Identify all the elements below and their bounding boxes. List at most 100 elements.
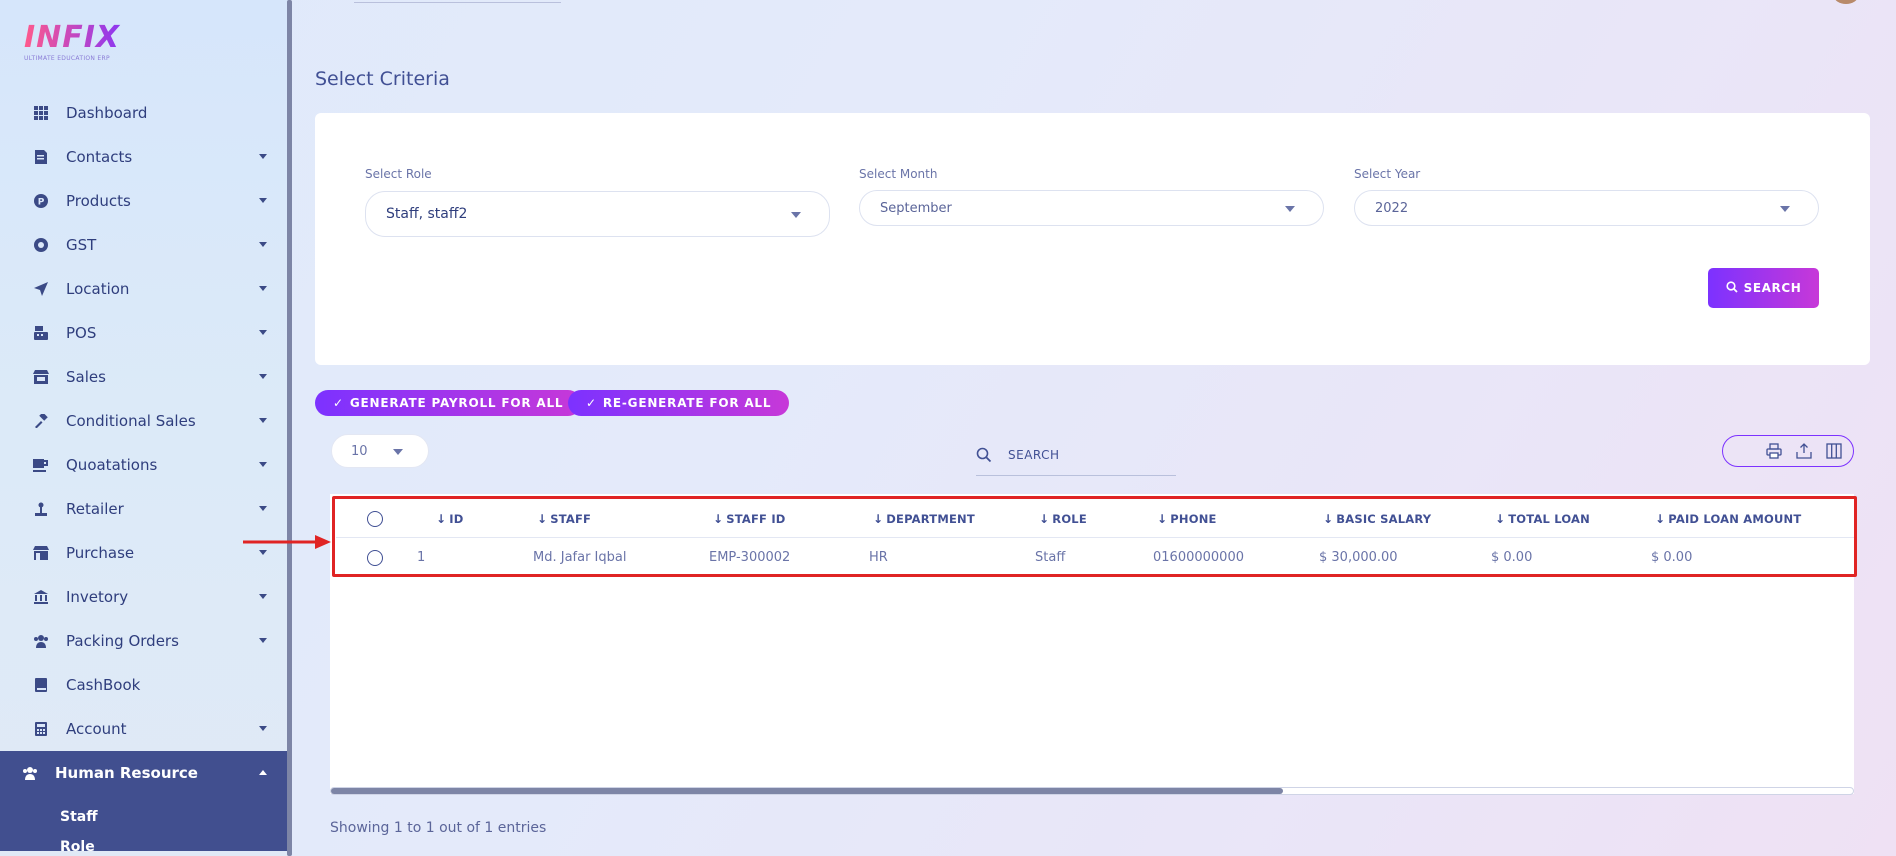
sidebar-item-label: POS (66, 324, 97, 342)
chevron-down-icon (393, 449, 403, 455)
sidebar-item-label: GST (66, 236, 97, 254)
sidebar-item-label: Products (66, 192, 131, 210)
sidebar-item-account[interactable]: Account (0, 707, 289, 751)
sidebar-nav: Dashboard Contacts P Products GST Locati… (0, 91, 289, 851)
table-horizontal-scrollbar[interactable] (330, 787, 1854, 795)
search-icon (1725, 280, 1738, 296)
sidebar-item-pos[interactable]: POS (0, 311, 289, 355)
role-select-value: Staff, staff2 (386, 206, 468, 222)
calculator-icon (33, 721, 49, 737)
sidebar-item-label: Conditional Sales (66, 412, 196, 430)
red-arrow-annotation (243, 535, 331, 549)
sidebar-item-label: Dashboard (66, 104, 148, 122)
sidebar-item-dashboard[interactable]: Dashboard (0, 91, 289, 135)
chevron-down-icon (1780, 206, 1790, 212)
users-icon (22, 765, 38, 781)
sidebar-item-label: CashBook (66, 676, 141, 694)
sidebar-item-gst[interactable]: GST (0, 223, 289, 267)
regenerate-all-button[interactable]: ✓ RE-GENERATE FOR ALL (568, 390, 790, 416)
shop-icon (33, 545, 49, 561)
retailer-icon (33, 501, 49, 517)
chevron-down-icon (259, 462, 267, 467)
chevron-down-icon (259, 418, 267, 423)
generate-payroll-all-label: GENERATE PAYROLL FOR ALL (349, 396, 564, 410)
location-arrow-icon (33, 281, 49, 297)
chevron-down-icon (259, 506, 267, 511)
page-title: Select Criteria (315, 68, 450, 90)
svg-text:P: P (38, 198, 45, 208)
users-icon (33, 633, 49, 649)
columns-icon[interactable] (1825, 442, 1843, 460)
sidebar-item-retailer[interactable]: Retailer (0, 487, 289, 531)
month-select[interactable]: September (859, 190, 1324, 226)
sidebar-item-label: Account (66, 720, 127, 738)
role-label: Select Role (365, 167, 432, 181)
search-button-label: SEARCH (1743, 281, 1802, 295)
products-icon: P (33, 193, 49, 209)
avatar[interactable] (1834, 0, 1858, 4)
sidebar-item-label: Retailer (66, 500, 124, 518)
chevron-down-icon (259, 198, 267, 203)
header-divider (354, 2, 561, 3)
sidebar-item-label: Location (66, 280, 130, 298)
book-icon (33, 677, 49, 693)
sidebar-subitem-staff[interactable]: Staff (0, 795, 289, 839)
sidebar: INFIX ULTIMATE EDUCATION ERP Dashboard C… (0, 0, 289, 856)
scrollbar-thumb[interactable] (331, 788, 1283, 794)
sidebar-item-packing-orders[interactable]: Packing Orders (0, 619, 289, 663)
search-icon (976, 447, 992, 467)
chevron-down-icon (259, 330, 267, 335)
sidebar-item-conditional-sales[interactable]: Conditional Sales (0, 399, 289, 443)
page-length-select[interactable]: 10 (331, 434, 429, 468)
contacts-icon (33, 149, 49, 165)
chevron-down-icon (259, 594, 267, 599)
check-icon: ✓ (333, 396, 344, 410)
chevron-down-icon (1285, 206, 1295, 212)
chevron-down-icon (791, 212, 801, 218)
check-icon: ✓ (586, 396, 597, 410)
table-tools (1722, 435, 1854, 467)
search-input[interactable] (1008, 448, 1168, 462)
role-select[interactable]: Staff, staff2 (365, 191, 830, 237)
sidebar-item-label: Packing Orders (66, 632, 179, 650)
chevron-down-icon (259, 374, 267, 379)
chevron-down-icon (259, 154, 267, 159)
sidebar-item-quoatations[interactable]: Quoatations (0, 443, 289, 487)
sidebar-item-sales[interactable]: Sales (0, 355, 289, 399)
sidebar-item-location[interactable]: Location (0, 267, 289, 311)
search-button[interactable]: SEARCH (1708, 268, 1819, 308)
chevron-down-icon (259, 550, 267, 555)
mug-icon (33, 457, 49, 473)
export-icon[interactable] (1795, 442, 1813, 460)
year-select-value: 2022 (1375, 200, 1409, 216)
brand-name: INFIX (24, 22, 134, 54)
table-search (976, 442, 1176, 476)
sidebar-subitem-role[interactable]: Role (0, 839, 289, 851)
generate-payroll-all-button[interactable]: ✓ GENERATE PAYROLL FOR ALL (315, 390, 582, 416)
chevron-down-icon (259, 638, 267, 643)
gst-icon (33, 237, 49, 253)
sidebar-item-human-resource[interactable]: Human Resource (0, 751, 289, 795)
chevron-up-icon (259, 770, 267, 775)
bank-icon (33, 589, 49, 605)
criteria-card (315, 113, 1870, 365)
chevron-down-icon (259, 726, 267, 731)
chevron-down-icon (259, 286, 267, 291)
store-icon (33, 369, 49, 385)
sidebar-item-contacts[interactable]: Contacts (0, 135, 289, 179)
sidebar-item-label: Contacts (66, 148, 133, 166)
month-label: Select Month (859, 167, 938, 181)
brand-logo[interactable]: INFIX ULTIMATE EDUCATION ERP (24, 22, 134, 66)
sidebar-item-products[interactable]: P Products (0, 179, 289, 223)
grid-icon (33, 105, 49, 121)
page-length-value: 10 (351, 443, 368, 459)
pos-icon (33, 325, 49, 341)
chevron-down-icon (259, 242, 267, 247)
sidebar-item-label: Sales (66, 368, 106, 386)
month-select-value: September (880, 200, 952, 216)
sidebar-item-cashbook[interactable]: CashBook (0, 663, 289, 707)
year-select[interactable]: 2022 (1354, 190, 1819, 226)
print-icon[interactable] (1765, 442, 1783, 460)
sidebar-scrollbar[interactable] (287, 0, 292, 856)
sidebar-item-invetory[interactable]: Invetory (0, 575, 289, 619)
